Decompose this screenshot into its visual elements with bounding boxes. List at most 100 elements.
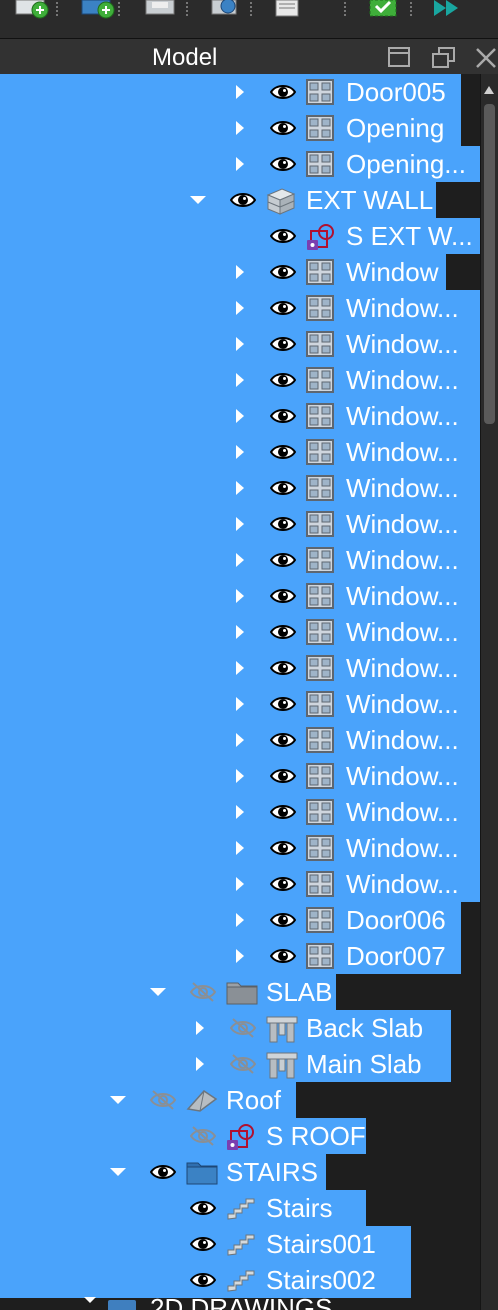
collapse-arrow-icon[interactable] — [236, 589, 244, 603]
collapse-arrow-icon[interactable] — [236, 841, 244, 855]
eye-icon[interactable] — [269, 479, 297, 497]
eye-icon[interactable] — [189, 1271, 217, 1289]
eye-icon[interactable] — [229, 191, 257, 209]
eye-icon[interactable] — [269, 227, 297, 245]
tree-row[interactable]: Window... — [0, 650, 480, 686]
expand-arrow-icon[interactable] — [82, 1297, 98, 1303]
collapse-arrow-icon[interactable] — [236, 121, 244, 135]
eye-icon[interactable] — [269, 695, 297, 713]
collapse-arrow-icon[interactable] — [236, 409, 244, 423]
tree-row[interactable]: Door005 — [0, 74, 461, 110]
eye-icon[interactable] — [269, 407, 297, 425]
tree-row[interactable]: Stairs — [0, 1190, 366, 1226]
new-part-button[interactable] — [12, 0, 52, 22]
document-button[interactable] — [268, 0, 308, 22]
scroll-up-arrow-icon[interactable] — [484, 86, 494, 94]
tree-row[interactable]: Window... — [0, 866, 480, 902]
eye-icon[interactable] — [269, 587, 297, 605]
collapse-arrow-icon[interactable] — [236, 553, 244, 567]
tree-partial-row[interactable]: 2D DRAWINGS — [0, 1297, 480, 1310]
eye-icon[interactable] — [269, 263, 297, 281]
tree-row[interactable]: Door006 — [0, 902, 461, 938]
tree-row[interactable]: Window... — [0, 362, 480, 398]
tree-row[interactable]: Window... — [0, 398, 480, 434]
expand-arrow-icon[interactable] — [110, 1096, 126, 1104]
tree-row[interactable]: S EXT W... — [0, 218, 480, 254]
eye-icon[interactable] — [269, 551, 297, 569]
collapse-arrow-icon[interactable] — [236, 949, 244, 963]
tree-row[interactable]: Window... — [0, 578, 480, 614]
tree-row[interactable]: Window... — [0, 542, 480, 578]
eye-icon[interactable] — [269, 947, 297, 965]
eye-icon[interactable] — [269, 515, 297, 533]
tree-row[interactable]: Window... — [0, 470, 480, 506]
tree-row[interactable]: STAIRS — [0, 1154, 326, 1190]
scroll-thumb[interactable] — [484, 104, 495, 424]
collapse-arrow-icon[interactable] — [236, 445, 244, 459]
eye-icon[interactable] — [269, 803, 297, 821]
tree-row[interactable]: Opening... — [0, 146, 480, 182]
collapse-arrow-icon[interactable] — [236, 877, 244, 891]
tree-row[interactable]: Window... — [0, 614, 480, 650]
tree-row[interactable]: Window... — [0, 326, 480, 362]
eye-icon[interactable] — [269, 875, 297, 893]
collapse-arrow-icon[interactable] — [196, 1057, 204, 1071]
collapse-arrow-icon[interactable] — [236, 913, 244, 927]
eye-icon[interactable] — [189, 1199, 217, 1217]
tree-row[interactable]: Roof — [0, 1082, 296, 1118]
save-view-button[interactable] — [142, 0, 182, 22]
tree-row[interactable]: Window... — [0, 794, 480, 830]
eye-icon[interactable] — [269, 623, 297, 641]
eye-icon[interactable] — [269, 443, 297, 461]
tree-row[interactable]: Stairs001 — [0, 1226, 411, 1262]
eye-hidden-icon[interactable] — [149, 1089, 177, 1110]
eye-hidden-icon[interactable] — [229, 1017, 257, 1038]
expand-arrow-icon[interactable] — [150, 988, 166, 996]
collapse-arrow-icon[interactable] — [236, 265, 244, 279]
tree-row[interactable]: Window... — [0, 722, 480, 758]
tree-row[interactable]: EXT WALL — [0, 182, 436, 218]
collapse-arrow-icon[interactable] — [236, 157, 244, 171]
tree-row[interactable]: Door007 — [0, 938, 461, 974]
collapse-arrow-icon[interactable] — [196, 1021, 204, 1035]
tree-row[interactable]: Back Slab — [0, 1010, 451, 1046]
eye-icon[interactable] — [269, 119, 297, 137]
eye-hidden-icon[interactable] — [189, 1125, 217, 1146]
tree-row[interactable]: Window... — [0, 290, 480, 326]
collapse-arrow-icon[interactable] — [236, 661, 244, 675]
collapse-arrow-icon[interactable] — [236, 517, 244, 531]
eye-icon[interactable] — [269, 83, 297, 101]
eye-hidden-icon[interactable] — [189, 981, 217, 1002]
tree-row[interactable]: Stairs002 — [0, 1262, 411, 1298]
collapse-arrow-icon[interactable] — [236, 481, 244, 495]
eye-icon[interactable] — [269, 767, 297, 785]
tree-row[interactable]: Window... — [0, 758, 480, 794]
tree-row[interactable]: SLAB — [0, 974, 336, 1010]
collapse-arrow-icon[interactable] — [236, 337, 244, 351]
tree-row[interactable]: Window... — [0, 686, 480, 722]
collapse-arrow-icon[interactable] — [236, 805, 244, 819]
eye-hidden-icon[interactable] — [229, 1053, 257, 1074]
collapse-arrow-icon[interactable] — [236, 769, 244, 783]
collapse-arrow-icon[interactable] — [236, 625, 244, 639]
tree-row[interactable]: Main Slab — [0, 1046, 451, 1082]
eye-icon[interactable] — [269, 731, 297, 749]
eye-icon[interactable] — [269, 659, 297, 677]
new-group-button[interactable] — [78, 0, 118, 22]
tree-row[interactable]: Window — [0, 254, 446, 290]
eye-icon[interactable] — [149, 1163, 177, 1181]
collapse-arrow-icon[interactable] — [236, 301, 244, 315]
tree-row[interactable]: S ROOF — [0, 1118, 366, 1154]
expand-arrow-icon[interactable] — [190, 196, 206, 204]
collapse-arrow-icon[interactable] — [236, 373, 244, 387]
maximize-icon[interactable] — [388, 47, 410, 67]
tree-row[interactable]: Window... — [0, 830, 480, 866]
tree-row[interactable]: Window... — [0, 434, 480, 470]
tree-row[interactable]: Window... — [0, 506, 480, 542]
select-box-button[interactable] — [364, 0, 404, 22]
tree-row[interactable]: Opening — [0, 110, 461, 146]
close-icon[interactable] — [474, 47, 496, 68]
collapse-arrow-icon[interactable] — [236, 85, 244, 99]
collapse-arrow-icon[interactable] — [236, 733, 244, 747]
collapse-arrow-icon[interactable] — [236, 697, 244, 711]
